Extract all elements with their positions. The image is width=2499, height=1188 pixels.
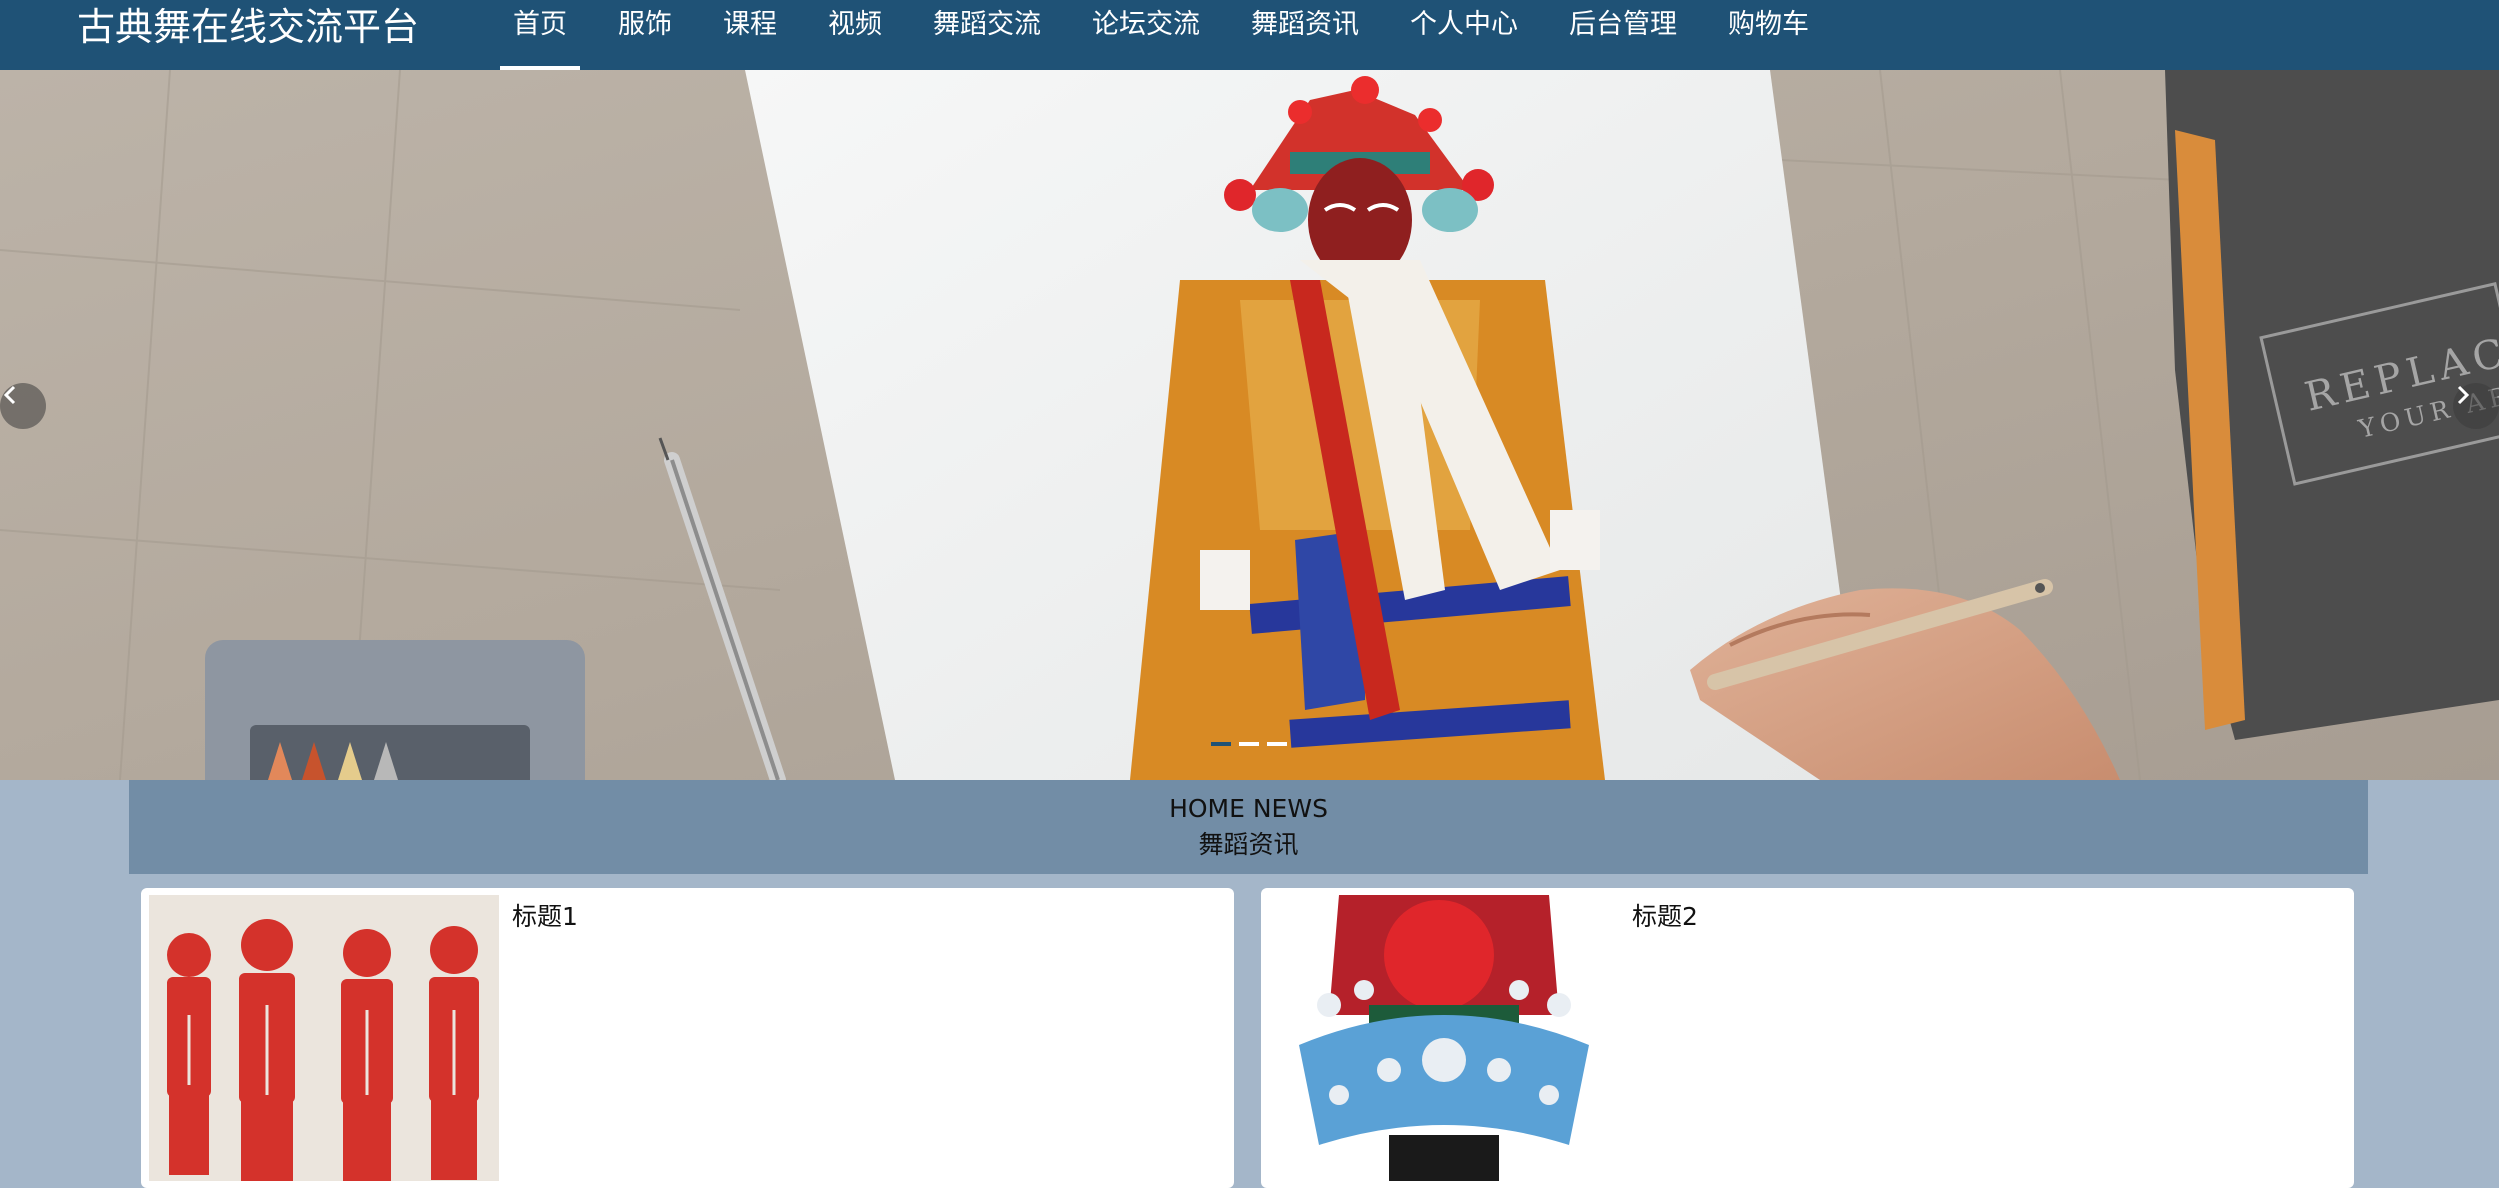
news-thumbnail[interactable] — [1269, 895, 1619, 1181]
banner-carousel[interactable]: REPLAC YOUR AR — [0, 70, 2499, 780]
nav-item-home[interactable]: 首页 — [500, 0, 580, 70]
book-illustration: REPLAC YOUR AR — [2165, 70, 2499, 740]
site-brand[interactable]: 古典舞在线交流平台 — [77, 2, 419, 52]
news-card-title[interactable]: 标题1 — [512, 902, 578, 932]
chevron-left-icon — [3, 385, 16, 405]
top-navigation-bar: 古典舞在线交流平台 首页 服饰 课程 视频 舞蹈交流 论坛交流 舞蹈资讯 个人中… — [0, 0, 2499, 70]
papercut-figures-image — [149, 895, 499, 1181]
carousel-prev-button[interactable] — [0, 383, 46, 429]
opera-headdress-image — [1269, 895, 1619, 1181]
chevron-right-icon — [2457, 385, 2470, 405]
nav-item-dance-news[interactable]: 舞蹈资讯 — [1238, 0, 1372, 70]
nav-item-video[interactable]: 视频 — [815, 0, 895, 70]
nav-item-costume[interactable]: 服饰 — [605, 0, 685, 70]
carousel-dot-1[interactable] — [1211, 742, 1231, 746]
news-thumbnail[interactable] — [149, 895, 499, 1181]
carousel-next-button[interactable] — [2453, 383, 2499, 429]
nav-item-dance-exchange[interactable]: 舞蹈交流 — [920, 0, 1054, 70]
nav-item-forum[interactable]: 论坛交流 — [1079, 0, 1213, 70]
nav-item-course[interactable]: 课程 — [710, 0, 790, 70]
nav-item-personal-center[interactable]: 个人中心 — [1397, 0, 1531, 70]
nav-item-admin[interactable]: 后台管理 — [1556, 0, 1690, 70]
news-card[interactable]: 标题2 — [1261, 888, 2354, 1188]
main-nav: 首页 服饰 课程 视频 舞蹈交流 论坛交流 舞蹈资讯 个人中心 后台管理 购物车 — [500, 0, 1847, 70]
pencil-tin-illustration — [205, 640, 585, 780]
news-card-title[interactable]: 标题2 — [1632, 902, 1698, 932]
carousel-dot-2[interactable] — [1239, 742, 1259, 746]
banner-slide-image: REPLAC YOUR AR — [0, 70, 2499, 780]
news-title-cn: 舞蹈资讯 — [1198, 830, 1299, 859]
news-section-header: HOME NEWS 舞蹈资讯 — [129, 780, 2368, 874]
carousel-indicators — [1211, 742, 1287, 746]
carousel-dot-3[interactable] — [1267, 742, 1287, 746]
news-title-en: HOME NEWS — [1169, 794, 1328, 823]
news-card[interactable]: 标题1 — [141, 888, 1234, 1188]
nav-item-cart[interactable]: 购物车 — [1715, 0, 1822, 70]
